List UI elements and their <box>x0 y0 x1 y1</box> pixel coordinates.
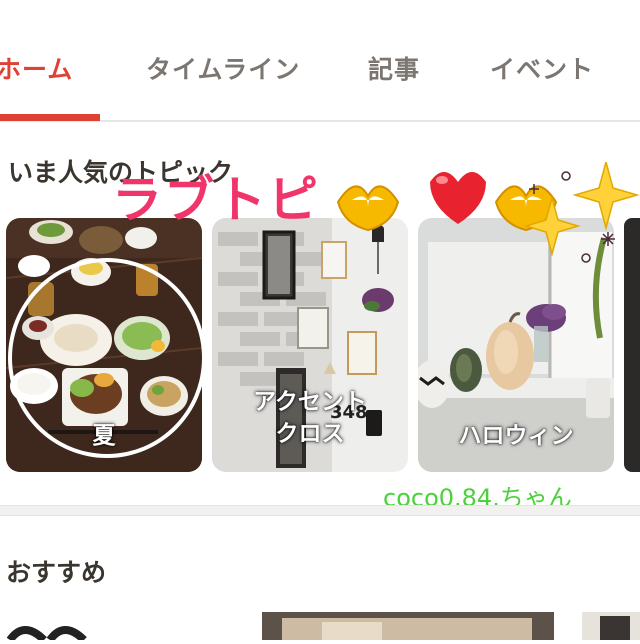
recommend-thumb-1[interactable] <box>0 612 100 643</box>
section-divider <box>0 505 640 516</box>
recommend-section-title: おすすめ <box>6 558 107 587</box>
topic-card-label-line2: クロス <box>275 421 345 447</box>
heart-hands-icon <box>336 185 400 232</box>
highlight-circle <box>8 258 206 458</box>
topic-card-label-line1: アクセント <box>253 389 367 415</box>
recommend-thumb-3[interactable] <box>582 612 640 640</box>
red-heart-icon <box>430 172 486 224</box>
topic-card-label: ハロウィン <box>458 423 574 449</box>
tab-home[interactable]: ホーム <box>0 50 73 86</box>
stamp-title: ラブトピ <box>112 171 320 229</box>
active-tab-indicator <box>0 114 100 121</box>
stamp-emoji-row <box>336 162 640 263</box>
tab-timeline[interactable]: タイムライン <box>146 50 300 86</box>
tab-events[interactable]: イベント <box>490 50 594 86</box>
top-tab-bar: ホーム タイムライン 記事 イベント <box>0 0 640 122</box>
recommend-thumb-2[interactable] <box>262 612 554 640</box>
tab-articles[interactable]: 記事 <box>368 50 420 86</box>
